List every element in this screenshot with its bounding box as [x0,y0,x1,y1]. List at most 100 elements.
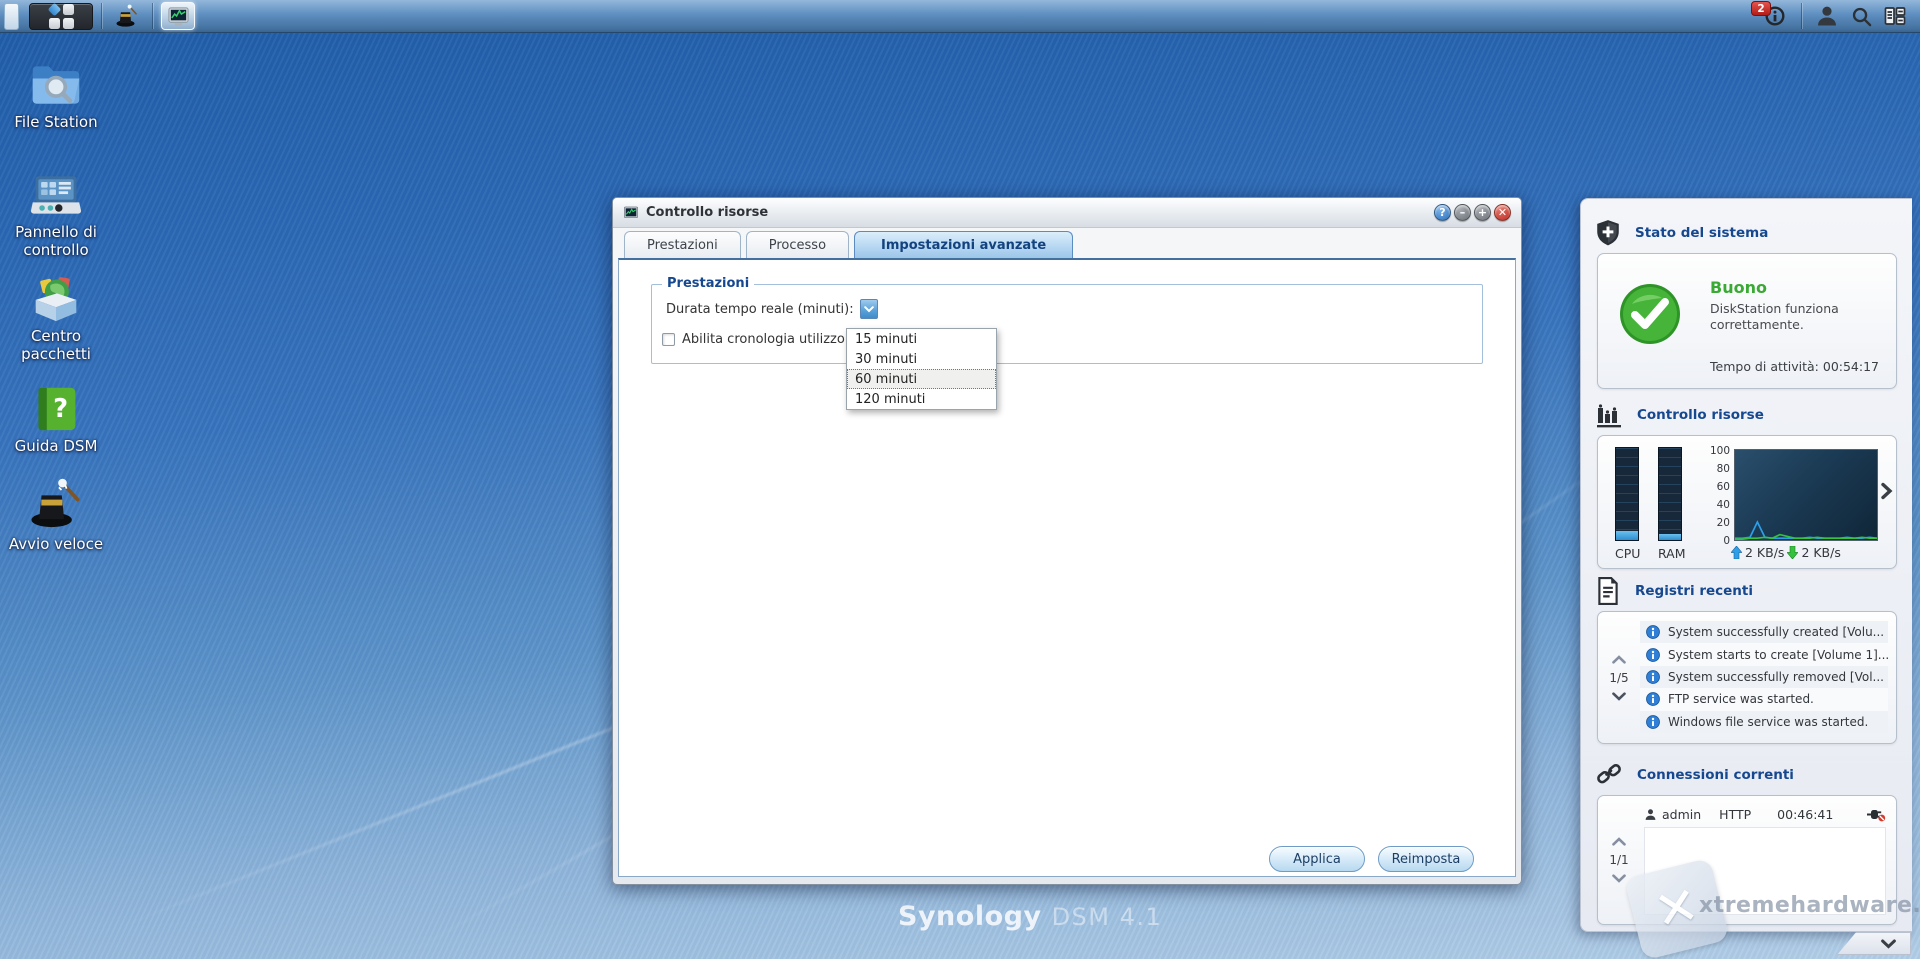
chevron-down-icon [864,302,874,317]
info-icon [1646,625,1660,639]
sidebar-collapse-tab[interactable] [1837,932,1911,955]
realtime-duration-select[interactable] [860,299,878,319]
close-icon: ✕ [1498,207,1507,218]
log-entry[interactable]: System starts to create [Volume 1]... [1640,643,1888,665]
usage-history-label: Abilita cronologia utilizzo [682,332,845,347]
resource-monitor-icon [167,5,190,28]
info-icon [1646,715,1660,729]
minimize-icon: – [1460,207,1466,218]
chevron-down-icon [1881,939,1896,949]
apply-button[interactable]: Applica [1269,846,1365,872]
section-title: Controllo risorse [1637,407,1764,423]
section-title: Connessioni correnti [1637,767,1794,783]
desktop-icon-label: Centro pacchetti [4,327,108,363]
dropdown-option[interactable]: 60 minuti [847,369,996,389]
show-desktop-button[interactable] [4,3,19,30]
maximize-button[interactable]: + [1474,204,1491,221]
window-titlebar[interactable]: Controllo risorse ? – + ✕ [613,198,1521,228]
chain-link-icon [1595,761,1623,789]
desktop-icon-package-center[interactable]: Centro pacchetti [4,274,108,363]
help-button[interactable]: ? [1434,204,1451,221]
download-speed: 2 KB/s [1801,545,1840,560]
realtime-duration-label: Durata tempo reale (minuti): [666,302,854,317]
xtremehardware-watermark: xtremehardware.com [1699,893,1920,918]
pilot-view-button[interactable] [1878,2,1912,30]
cpu-label: CPU [1615,546,1639,561]
user-icon [1644,808,1657,821]
pager-up-button[interactable] [1612,837,1626,846]
log-entry[interactable]: System successfully created [Volu... [1640,621,1888,643]
log-entry[interactable]: System successfully removed [Vol... [1640,666,1888,688]
tab-processo[interactable]: Processo [746,231,849,258]
connections-page-indicator: 1/1 [1609,853,1628,867]
ram-bar-fill [1659,534,1681,540]
recent-logs-panel: 1/5 System successfully created [Volu...… [1597,611,1897,744]
network-chart [1734,449,1878,541]
desktop-icon-dsm-help[interactable]: ? Guida DSM [4,384,108,455]
download-arrow-icon [1787,546,1798,559]
taskbar-separator [1801,3,1802,29]
ram-label: RAM [1658,546,1682,561]
tab-impostazioni-avanzate[interactable]: Impostazioni avanzate [854,231,1073,258]
reset-button[interactable]: Reimposta [1378,846,1474,872]
status-value: Buono [1710,278,1767,297]
logs-pager: 1/5 [1598,612,1640,743]
user-menu-button[interactable] [1810,2,1844,30]
desktop-icon-label: Avvio veloce [4,535,108,553]
pilot-view-icon [1883,4,1907,28]
control-panel-icon [4,172,108,218]
pager-up-button[interactable] [1612,655,1626,664]
dropdown-option[interactable]: 30 minuti [847,349,996,369]
section-system-status: Stato del sistema [1595,219,1768,247]
desktop-icon-control-panel[interactable]: Pannello di controllo [4,172,108,259]
desktop-icon-quick-start[interactable]: Avvio veloce [4,478,108,553]
main-menu-button[interactable] [29,3,93,30]
cpu-bar-fill [1616,531,1638,540]
quick-launch-button[interactable] [110,2,144,30]
dsm-help-icon: ? [4,384,108,432]
ram-gauge [1658,447,1682,541]
log-entry[interactable]: FTP service was started. [1640,688,1888,710]
logs-page-indicator: 1/5 [1609,671,1628,685]
user-icon [1815,4,1839,28]
file-station-icon [4,62,108,108]
desktop-icon-label: File Station [4,113,108,131]
magic-hat-icon [4,478,108,530]
resource-monitor-taskbar-button[interactable] [161,2,195,30]
desktop-icon-file-station[interactable]: File Station [4,62,108,131]
desktop-icon-label: Pannello di controllo [4,223,108,259]
usage-history-checkbox[interactable] [662,333,675,346]
svg-text:?: ? [53,394,68,424]
open-resource-monitor-chevron[interactable] [1880,482,1893,504]
info-icon [1646,648,1660,662]
network-speeds: 2 KB/s 2 KB/s [1731,545,1841,560]
resource-monitor-panel: CPU RAM 100 80 60 40 20 0 2 KB/s 2 KB/s [1597,435,1897,569]
notifications-button[interactable]: 2 [1757,2,1793,30]
desktop: 2 [0,0,1920,959]
tab-prestazioni[interactable]: Prestazioni [624,231,741,258]
minimize-button[interactable]: – [1454,204,1471,221]
fieldset-legend: Prestazioni [662,276,754,291]
system-health-sidebar: Stato del sistema Buono DiskStation funz… [1580,198,1912,932]
disconnect-icon[interactable] [1866,807,1886,822]
dropdown-option[interactable]: 120 minuti [847,389,996,409]
taskbar-separator [152,3,153,29]
window-icon [623,205,639,221]
shield-icon [1595,219,1621,247]
help-icon: ? [1439,207,1445,218]
log-entry[interactable]: Windows file service was started. [1640,711,1888,733]
desktop-icon-label: Guida DSM [4,437,108,455]
upload-speed: 2 KB/s [1745,545,1784,560]
pager-down-button[interactable] [1612,874,1626,883]
close-button[interactable]: ✕ [1494,204,1511,221]
performance-fieldset: Prestazioni Durata tempo reale (minuti):… [651,284,1483,364]
search-button[interactable] [1844,2,1878,30]
system-status-panel: Buono DiskStation funziona correttamente… [1597,253,1897,389]
section-title: Stato del sistema [1635,225,1768,241]
uptime-text: Tempo di attività: 00:54:17 [1710,359,1879,374]
connection-protocol: HTTP [1719,807,1751,822]
pager-down-button[interactable] [1612,692,1626,701]
connection-row[interactable]: admin HTTP 00:46:41 [1644,803,1886,825]
dropdown-option[interactable]: 15 minuti [847,329,996,349]
status-ok-icon [1618,282,1682,350]
